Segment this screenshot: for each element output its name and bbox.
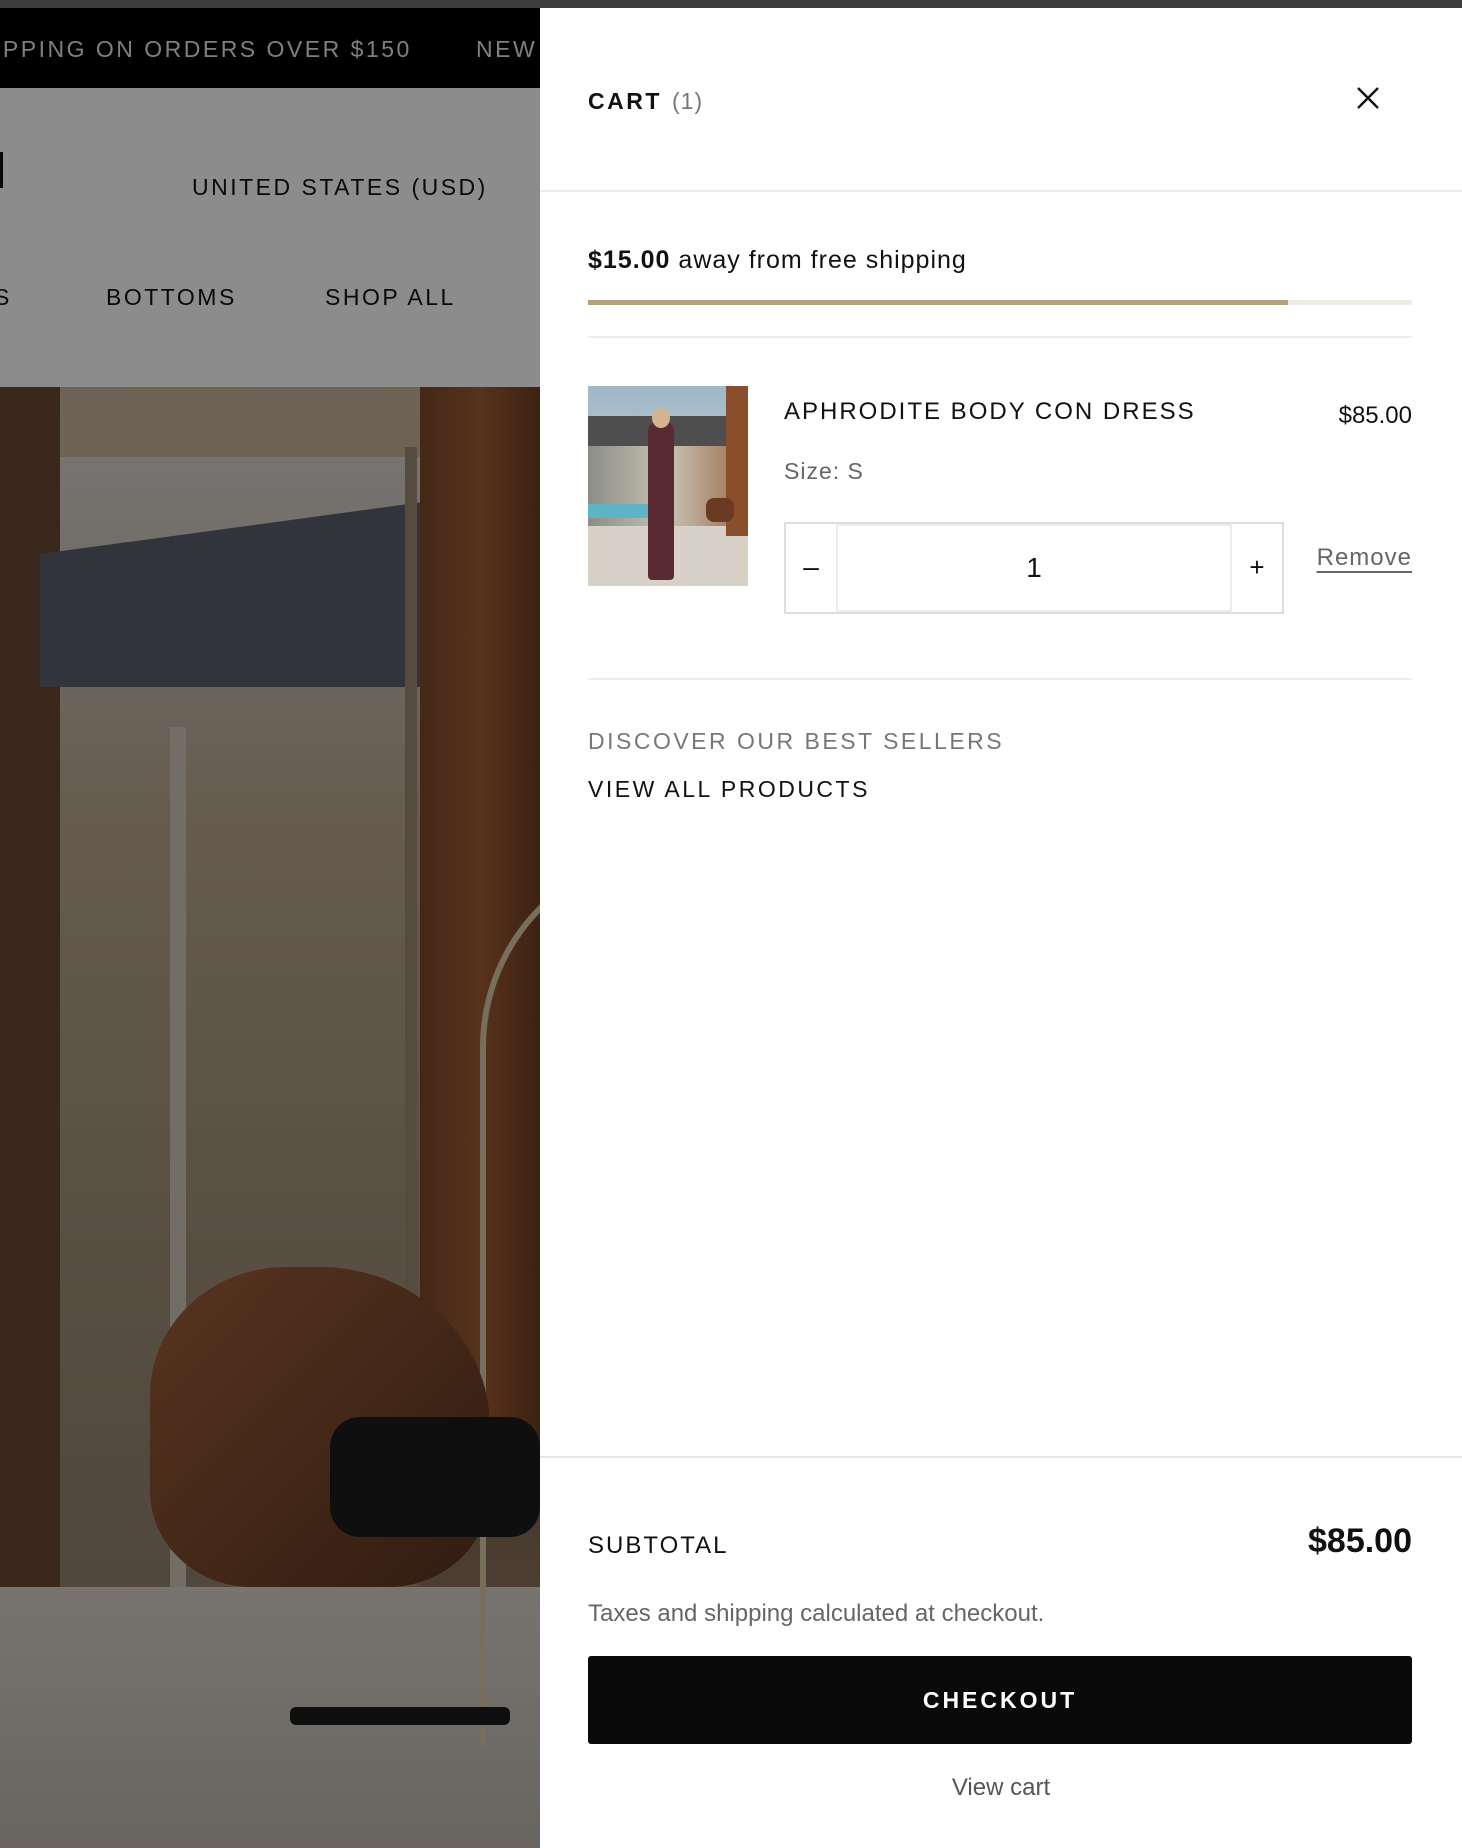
free-shipping-progress-fill [588, 300, 1289, 305]
subtotal-value: $85.00 [1308, 1522, 1412, 1560]
free-shipping-progress-bar [588, 300, 1412, 305]
cart-footer: SUBTOTAL $85.00 Taxes and shipping calcu… [540, 1456, 1462, 1848]
divider [588, 678, 1412, 680]
cart-drawer: CART (1) $15.00 away from free shipping … [540, 8, 1462, 1848]
cart-header: CART (1) [540, 8, 1462, 192]
free-shipping-amount: $15.00 [588, 246, 671, 274]
quantity-stepper: – 1 + [784, 522, 1284, 614]
discover-heading: DISCOVER OUR BEST SELLERS [588, 728, 1005, 754]
free-shipping-text: away from free shipping [678, 246, 967, 274]
modal-overlay[interactable] [0, 8, 540, 1848]
divider [588, 336, 1412, 338]
cart-item: APHRODITE BODY CON DRESS $85.00 Size: S … [588, 386, 1412, 614]
cart-title: CART [588, 88, 662, 114]
cart-count: (1) [672, 88, 704, 114]
quantity-decrease-button[interactable]: – [786, 524, 836, 612]
subtotal-label: SUBTOTAL [588, 1532, 729, 1559]
checkout-button[interactable]: CHECKOUT [588, 1656, 1412, 1744]
quantity-input[interactable]: 1 [836, 524, 1232, 612]
product-price: $85.00 [1338, 402, 1412, 429]
product-thumbnail[interactable] [588, 386, 748, 586]
taxes-note: Taxes and shipping calculated at checkou… [588, 1600, 1045, 1627]
product-size: Size: S [784, 458, 864, 484]
product-name[interactable]: APHRODITE BODY CON DRESS [784, 398, 1196, 426]
remove-item-link[interactable]: Remove [1317, 544, 1412, 572]
view-cart-link[interactable]: View cart [540, 1774, 1462, 1802]
window-top-edge [0, 0, 1462, 8]
free-shipping-message: $15.00 away from free shipping [588, 246, 967, 275]
quantity-increase-button[interactable]: + [1232, 524, 1282, 612]
close-icon[interactable] [1348, 78, 1388, 118]
view-all-products-link[interactable]: VIEW ALL PRODUCTS [588, 776, 870, 803]
background-page: IPPING ON ORDERS OVER $150 NEW UNITED ST… [0, 8, 540, 1848]
